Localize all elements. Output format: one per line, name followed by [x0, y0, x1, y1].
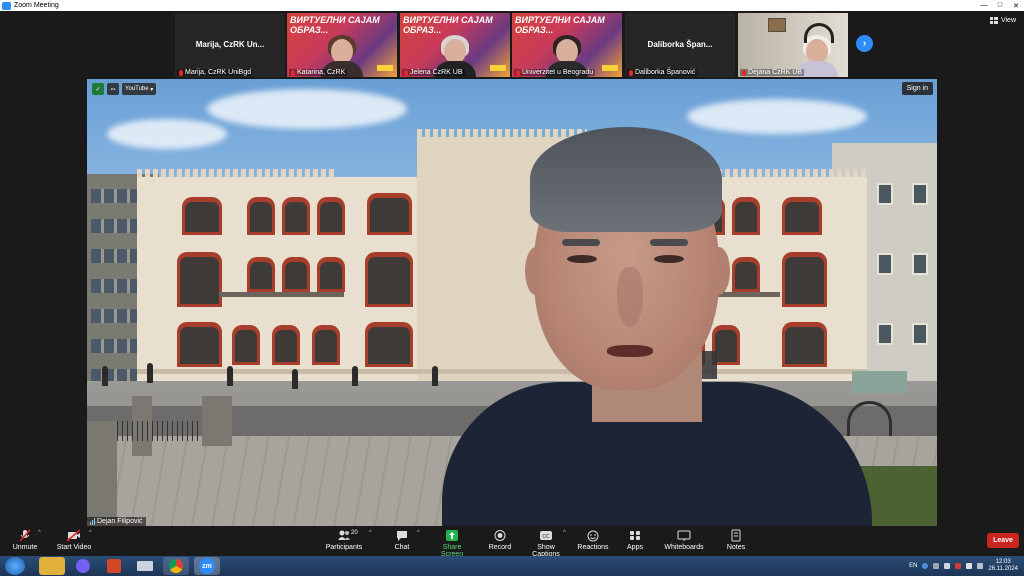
participant-label: Jelena CzRK UB	[402, 69, 465, 76]
window-titlebar: Zoom Meeting — □ ✕	[0, 0, 1024, 11]
zoom-taskbar-icon[interactable]: zm	[194, 557, 220, 575]
video-off-icon	[55, 529, 93, 542]
participants-icon: 20	[325, 529, 363, 542]
zoom-app-icon	[2, 1, 11, 10]
participants-count: 20	[351, 530, 358, 536]
powerpoint-icon[interactable]	[101, 557, 127, 575]
grid-view-icon	[989, 17, 998, 24]
reactions-button[interactable]: Reactions	[577, 529, 609, 551]
participant-name: Daliborka Špan...	[647, 40, 713, 49]
participant-label: Katarina, CzRK	[289, 69, 348, 76]
participant-tile[interactable]: ВИРТУЕЛНИ САЈАМ ОБРАЗ... Jelena CzRK UB	[400, 13, 510, 77]
reactions-icon	[577, 529, 609, 542]
apps-button[interactable]: Apps	[624, 529, 646, 551]
speaker-video	[422, 127, 872, 526]
youtube-source-button[interactable]: YouTube ▾	[122, 83, 157, 95]
volume-icon[interactable]	[966, 563, 973, 569]
close-icon[interactable]: ✕	[1008, 2, 1024, 10]
record-icon	[487, 529, 513, 542]
minimize-icon[interactable]: —	[976, 2, 992, 10]
muted-mic-icon	[516, 69, 520, 76]
participant-label: Dejana CzRK UB	[740, 69, 805, 76]
participant-label: Univerzitet u Beogradu	[514, 69, 596, 76]
audio-level-icon	[90, 518, 95, 525]
tray-overflow-icon[interactable]	[933, 563, 940, 569]
file-explorer-icon[interactable]	[39, 557, 65, 575]
system-tray: EN 12:03 26.11.2024	[909, 559, 1018, 573]
clock[interactable]: 12:03 26.11.2024	[988, 559, 1018, 573]
participant-tile[interactable]: Dejana CzRK UB	[738, 13, 848, 77]
chrome-icon[interactable]	[163, 557, 189, 575]
notes-button[interactable]: Notes	[724, 529, 748, 551]
window-title: Zoom Meeting	[14, 2, 59, 9]
viber-icon[interactable]	[70, 557, 96, 575]
participants-caret-icon[interactable]: ^	[369, 530, 372, 536]
muted-mic-icon	[404, 69, 408, 76]
banner-text: ВИРТУЕЛНИ САЈАМ ОБРАЗ...	[403, 15, 493, 35]
participant-strip: View Marija, CzRK Un... Marija, CzRK Uni…	[0, 11, 1024, 79]
muted-mic-icon	[179, 69, 183, 76]
chat-icon	[390, 529, 414, 542]
unmute-button[interactable]: Unmute	[10, 529, 40, 551]
participant-tile[interactable]: ВИРТУЕЛНИ САЈАМ ОБРАЗ... Univerzitet u B…	[512, 13, 622, 77]
window-controls: — □ ✕	[976, 2, 1024, 10]
sign-in-button[interactable]: Sign in	[901, 82, 933, 95]
video-options-caret-icon[interactable]: ^	[89, 530, 92, 536]
muted-microphone-icon	[10, 529, 40, 542]
participant-name: Marija, CzRK Un...	[195, 40, 265, 49]
banner-text: ВИРТУЕЛНИ САЈАМ ОБРАЗ...	[515, 15, 605, 35]
leave-button[interactable]: Leave	[987, 533, 1019, 548]
language-indicator[interactable]: EN	[909, 563, 917, 569]
stream-icon[interactable]: ∾	[107, 83, 119, 95]
speaker-name-label: Dejan Filipović	[87, 517, 146, 526]
share-screen-icon	[431, 529, 473, 542]
record-button[interactable]: Record	[487, 529, 513, 551]
view-button[interactable]: View	[989, 17, 1016, 24]
meeting-toolbar: Unmute ^ Start Video ^ 20 Participants ^…	[0, 526, 1024, 558]
participant-label: Marija, CzRK UniBgd	[177, 69, 254, 76]
shield-icon[interactable]: ✓	[92, 83, 104, 95]
whiteboard-icon	[663, 529, 705, 542]
windows-taskbar: zm EN 12:03 26.11.2024	[0, 556, 1024, 576]
chat-button[interactable]: Chat	[390, 529, 414, 551]
active-speaker-video: ✓ ∾ YouTube ▾ Sign in Dejan Filipović	[87, 79, 937, 526]
muted-mic-icon	[742, 69, 746, 76]
share-screen-button[interactable]: Share Screen	[431, 529, 473, 558]
apps-icon	[624, 529, 646, 542]
network-icon[interactable]	[944, 563, 951, 569]
chat-caret-icon[interactable]: ^	[417, 530, 420, 536]
antivirus-icon[interactable]	[955, 563, 962, 569]
captions-caret-icon[interactable]: ^	[563, 530, 566, 536]
muted-mic-icon	[629, 69, 633, 76]
start-video-button[interactable]: Start Video	[55, 529, 93, 551]
maximize-icon[interactable]: □	[992, 2, 1008, 10]
windows-start-icon[interactable]	[5, 557, 25, 575]
svg-text:CC: CC	[542, 534, 550, 540]
whiteboards-button[interactable]: Whiteboards	[663, 529, 705, 551]
network-drive-icon[interactable]	[132, 557, 158, 575]
participant-label: Daliborka Španović	[627, 69, 698, 76]
audio-options-caret-icon[interactable]: ^	[38, 530, 41, 536]
battery-icon[interactable]	[977, 563, 984, 569]
participants-button[interactable]: 20 Participants	[325, 529, 363, 551]
help-icon[interactable]	[922, 563, 929, 569]
participant-tile[interactable]: ВИРТУЕЛНИ САЈАМ ОБРАЗ... Katarina, CzRK	[287, 13, 397, 77]
muted-mic-icon	[291, 69, 295, 76]
video-overlay-controls: ✓ ∾ YouTube ▾	[92, 83, 157, 95]
banner-text: ВИРТУЕЛНИ САЈАМ ОБРАЗ...	[290, 15, 380, 35]
notes-icon	[724, 529, 748, 542]
next-page-arrow-icon[interactable]: ›	[856, 35, 873, 52]
participant-tile[interactable]: Daliborka Špan... Daliborka Španović	[625, 13, 735, 77]
participant-tile[interactable]: Marija, CzRK Un... Marija, CzRK UniBgd	[175, 13, 285, 77]
view-label: View	[1000, 17, 1016, 24]
